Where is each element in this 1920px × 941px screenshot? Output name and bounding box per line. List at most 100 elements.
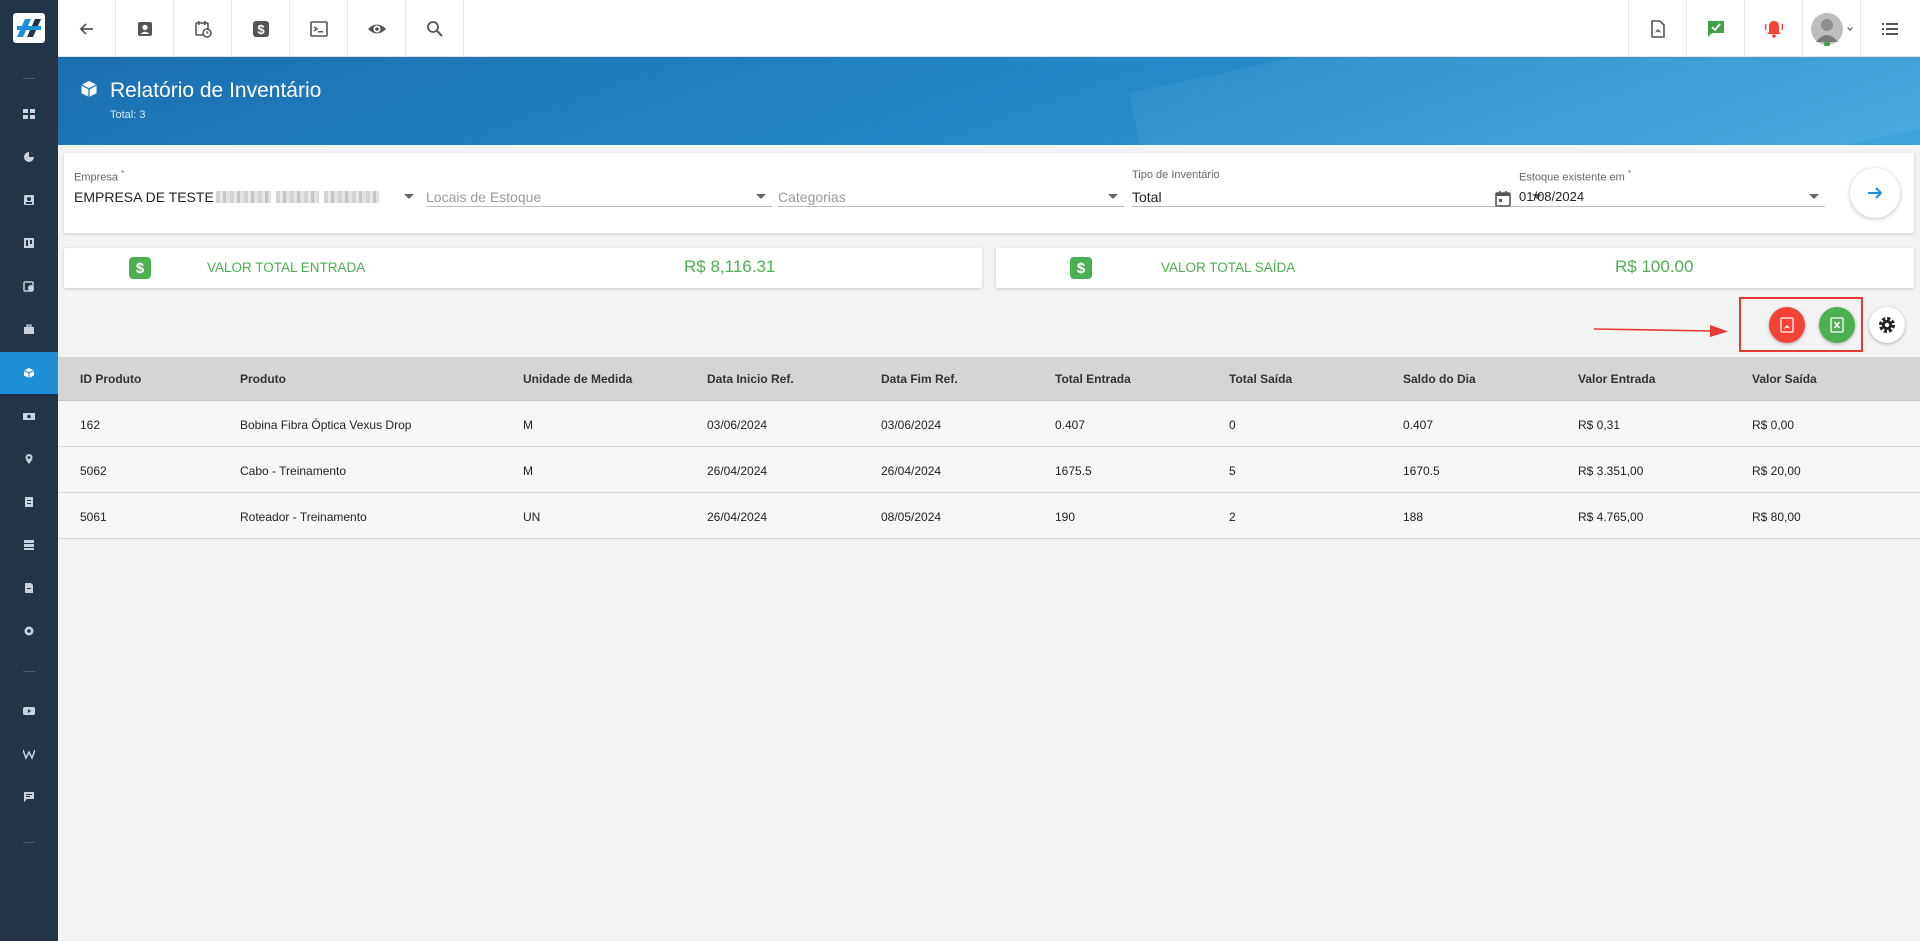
sidebar-item-wiki[interactable]	[0, 733, 58, 775]
sidebar-item-videos[interactable]	[0, 690, 58, 732]
sidebar-item-tools[interactable]	[0, 308, 58, 350]
column-header[interactable]: Unidade de Medida	[523, 372, 632, 386]
pdf-file-icon	[1780, 317, 1794, 333]
apply-filters-button[interactable]	[1850, 168, 1900, 218]
dollar-icon: $	[1070, 257, 1092, 279]
wiki-icon	[23, 749, 35, 760]
estoque-date-value: 01/08/2024	[1519, 189, 1585, 204]
sidebar-divider	[23, 671, 35, 672]
table-cell: R$ 20,00	[1752, 464, 1801, 478]
money-icon	[23, 413, 35, 420]
sidebar-item-map[interactable]	[0, 438, 58, 480]
sidebar-item-documents[interactable]	[0, 481, 58, 523]
dollar-icon: $	[252, 20, 269, 37]
kanban-icon	[24, 238, 34, 248]
schedule-button[interactable]	[174, 0, 232, 57]
sidebar-divider	[23, 842, 35, 843]
column-header[interactable]: Produto	[240, 372, 286, 386]
contacts-button[interactable]	[116, 0, 174, 57]
view-button[interactable]	[348, 0, 406, 57]
sidebar-item-settings[interactable]	[0, 610, 58, 652]
table-row[interactable]: 162 Bobina Fibra Óptica Vexus Drop M 03/06/…	[58, 401, 1920, 447]
total-saida-value: R$ 100.00	[1615, 257, 1694, 276]
sidebar-item-contacts[interactable]	[0, 179, 58, 221]
sidebar-item-files[interactable]	[0, 567, 58, 609]
search-button[interactable]	[406, 0, 464, 57]
tipo-inventario-select[interactable]: Tipo de Inventário Total	[1132, 169, 1548, 207]
pie-chart-icon	[24, 152, 34, 162]
required-mark: *	[1627, 169, 1631, 178]
table-cell: 26/04/2024	[707, 510, 768, 524]
sidebar-divider	[23, 78, 35, 79]
total-count: Total: 3	[110, 109, 146, 121]
empresa-value: EMPRESA DE TESTE	[74, 189, 214, 205]
empresa-label: Empresa	[74, 171, 119, 184]
table-settings-button[interactable]	[1869, 307, 1905, 343]
table-header: ID Produto Produto Unidade de Medida Data I…	[58, 357, 1920, 401]
locais-placeholder: Locais de Estoque	[426, 189, 542, 205]
sidebar-item-board[interactable]	[0, 222, 58, 264]
contact-card-icon	[24, 195, 34, 205]
table-cell: 26/04/2024	[707, 464, 768, 478]
app-logo[interactable]	[13, 13, 45, 43]
dropdown-arrow-icon	[404, 194, 414, 199]
column-header[interactable]: Data Fim Ref.	[881, 372, 958, 386]
dropdown-arrow-icon	[756, 194, 766, 199]
sidebar-item-finance[interactable]	[0, 395, 58, 437]
table-cell: 1675.5	[1055, 464, 1092, 478]
sidebar-item-reports[interactable]	[0, 136, 58, 178]
dollar-icon: $	[129, 257, 151, 279]
document-list-icon	[25, 497, 33, 507]
sidebar	[0, 0, 58, 941]
table-cell: Roteador - Treinamento	[240, 510, 367, 524]
terminal-button[interactable]	[290, 0, 348, 57]
notifications-button[interactable]	[1744, 0, 1802, 57]
categorias-select[interactable]: Categorias	[778, 169, 1124, 207]
top-toolbar: $	[58, 0, 1920, 57]
map-pin-icon	[25, 454, 33, 464]
table-cell: R$ 0,00	[1752, 418, 1795, 432]
calendar-clock-icon	[23, 281, 34, 292]
estoque-date-select[interactable]: Estoque existente em * 01/08/2024	[1519, 169, 1825, 207]
svg-text:$: $	[257, 22, 265, 37]
export-excel-button[interactable]	[1819, 307, 1855, 343]
user-menu-button[interactable]	[1802, 0, 1860, 57]
table-row[interactable]: 5062 Cabo - Treinamento M 26/04/2024 26/04/2…	[58, 447, 1920, 493]
table-cell: 1670.5	[1403, 464, 1440, 478]
sidebar-item-inventory[interactable]	[0, 352, 58, 394]
messages-button[interactable]	[1686, 0, 1744, 57]
column-header[interactable]: Total Saída	[1229, 372, 1292, 386]
filter-panel: Empresa * EMPRESA DE TESTE Locais de Est…	[64, 153, 1914, 233]
server-icon	[24, 540, 34, 550]
dashboard-icon	[23, 109, 35, 119]
sidebar-item-schedule[interactable]	[0, 265, 58, 307]
menu-list-button[interactable]	[1860, 0, 1918, 57]
eye-icon	[367, 24, 386, 33]
pdf-report-button[interactable]	[1628, 0, 1686, 57]
empresa-select[interactable]: Empresa * EMPRESA DE TESTE	[74, 169, 420, 207]
sidebar-item-dashboard[interactable]	[0, 93, 58, 135]
column-header[interactable]: Valor Entrada	[1578, 372, 1655, 386]
finance-button[interactable]: $	[232, 0, 290, 57]
back-button[interactable]	[58, 0, 116, 57]
sidebar-item-server[interactable]	[0, 524, 58, 566]
export-pdf-button[interactable]	[1769, 307, 1805, 343]
toolbox-icon	[24, 324, 34, 334]
table-cell: 188	[1403, 510, 1424, 524]
column-header[interactable]: Saldo do Dia	[1403, 372, 1476, 386]
column-header[interactable]: Total Entrada	[1055, 372, 1131, 386]
table-cell: Cabo - Treinamento	[240, 464, 347, 478]
table-cell: Bobina Fibra Óptica Vexus Drop	[240, 418, 412, 432]
table-row[interactable]: 5061 Roteador - Treinamento UN 26/04/2024 08…	[58, 493, 1920, 539]
column-header[interactable]: Data Inicio Ref.	[707, 372, 794, 386]
calendar-icon[interactable]	[1494, 190, 1512, 208]
table-cell: 190	[1055, 510, 1076, 524]
column-header[interactable]: Valor Saída	[1752, 372, 1817, 386]
table-cell: 0.407	[1055, 418, 1086, 432]
sidebar-item-chat[interactable]	[0, 776, 58, 818]
page-title: Relatório de Inventário	[110, 79, 322, 102]
table-cell: 5	[1229, 464, 1236, 478]
dropdown-arrow-icon	[1108, 194, 1118, 199]
locais-estoque-select[interactable]: Locais de Estoque	[426, 169, 772, 207]
column-header[interactable]: ID Produto	[80, 372, 141, 386]
